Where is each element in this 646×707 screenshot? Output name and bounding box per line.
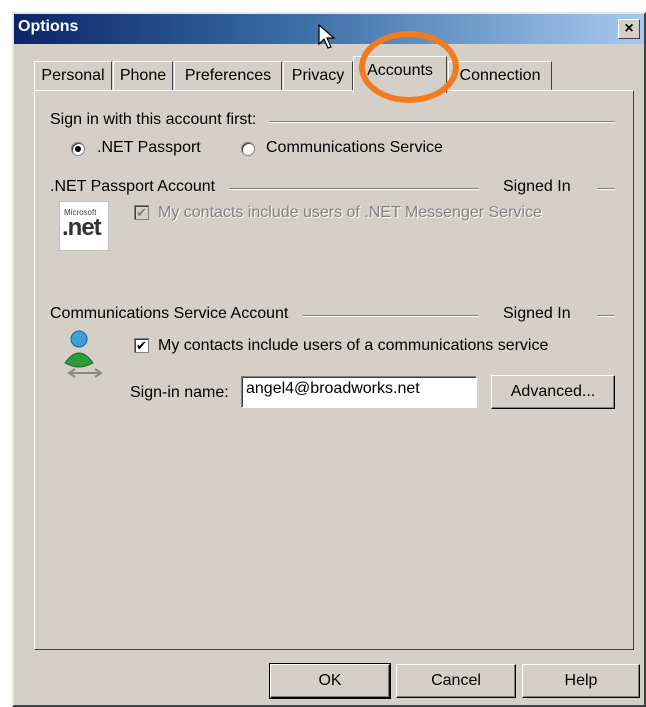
tab-preferences[interactable]: Preferences (174, 61, 282, 91)
help-button[interactable]: Help (522, 664, 640, 698)
tab-personal[interactable]: Personal (34, 61, 112, 91)
signin-name-label: Sign-in name: (130, 384, 229, 401)
passport-group-label: .NET Passport Account (50, 178, 216, 195)
window-title: Options (18, 18, 79, 35)
options-dialog: Options × Personal Phone Preferences Pri… (12, 12, 646, 707)
comm-contacts-checkbox[interactable]: ✔ (134, 338, 149, 353)
radio-communications-service-label[interactable]: Communications Service (266, 139, 443, 157)
signin-name-input[interactable]: angel4@broadworks.net (241, 376, 477, 408)
advanced-button[interactable]: Advanced... (491, 375, 615, 409)
tab-privacy[interactable]: Privacy (283, 61, 353, 91)
comm-group-label: Communications Service Account (50, 305, 289, 322)
comm-status: Signed In (503, 305, 571, 322)
radio-communications-service[interactable] (241, 142, 255, 156)
signin-group-label: Sign in with this account first: (50, 111, 257, 128)
passport-status: Signed In (503, 178, 571, 195)
radio-net-passport-label[interactable]: .NET Passport (97, 139, 201, 157)
cancel-button[interactable]: Cancel (396, 664, 516, 698)
net-logo-icon: Microsoft .net (59, 201, 109, 251)
ok-button[interactable]: OK (269, 663, 391, 699)
tab-phone[interactable]: Phone (113, 61, 173, 91)
passport-contacts-label: My contacts include users of .NET Messen… (158, 204, 542, 221)
tab-connection[interactable]: Connection (448, 61, 552, 91)
net-logo-text: .net (62, 214, 102, 241)
mouse-cursor-icon (318, 24, 336, 49)
comm-status-divider (597, 315, 615, 317)
close-button[interactable]: × (618, 19, 640, 39)
signin-divider (269, 121, 615, 123)
radio-net-passport[interactable] (71, 142, 85, 156)
passport-contacts-checkbox[interactable]: ✔ (134, 205, 149, 220)
passport-status-divider (597, 188, 615, 190)
comm-divider (303, 315, 479, 317)
comm-contacts-label: My contacts include users of a communica… (158, 337, 549, 354)
passport-divider (229, 188, 479, 190)
accounts-panel: Sign in with this account first: .NET Pa… (34, 90, 634, 650)
accounts-highlight-circle (359, 31, 459, 103)
messenger-buddy-icon (64, 330, 103, 378)
